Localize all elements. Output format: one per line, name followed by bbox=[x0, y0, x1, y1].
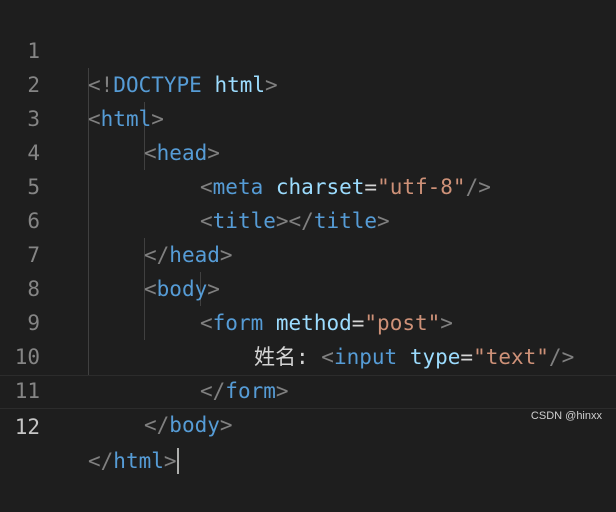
line-number: 12 bbox=[14, 415, 40, 439]
code-text[interactable]: </body> bbox=[144, 408, 233, 442]
code-line[interactable]: 5 <title></title> bbox=[0, 136, 616, 233]
code-line[interactable]: 6 </head> bbox=[0, 170, 616, 267]
code-line[interactable]: 11 </body> bbox=[0, 340, 616, 437]
code-text[interactable]: </html> bbox=[88, 444, 179, 478]
watermark: CSDN @hinxx bbox=[530, 410, 602, 422]
code-line[interactable]: 2 <html> bbox=[0, 34, 616, 131]
code-line[interactable]: 7 <body> bbox=[0, 204, 616, 301]
code-line[interactable]: 3 <head> bbox=[0, 68, 616, 165]
text-cursor bbox=[176, 448, 179, 474]
code-line[interactable]: 4 <meta charset="utf-8"/> bbox=[0, 102, 616, 199]
code-line[interactable]: 9 姓名: <input type="text"/> bbox=[0, 272, 616, 369]
code-line[interactable]: 8 <form method="post"> bbox=[0, 238, 616, 335]
code-line-current[interactable]: 12 </html> bbox=[0, 375, 616, 474]
code-line[interactable]: 10 </form> bbox=[0, 306, 616, 403]
code-editor[interactable]: 1 <!DOCTYPE html> 2 <html> 3 <head> 4 <m… bbox=[0, 0, 616, 474]
code-line[interactable]: 1 <!DOCTYPE html> bbox=[0, 0, 616, 97]
